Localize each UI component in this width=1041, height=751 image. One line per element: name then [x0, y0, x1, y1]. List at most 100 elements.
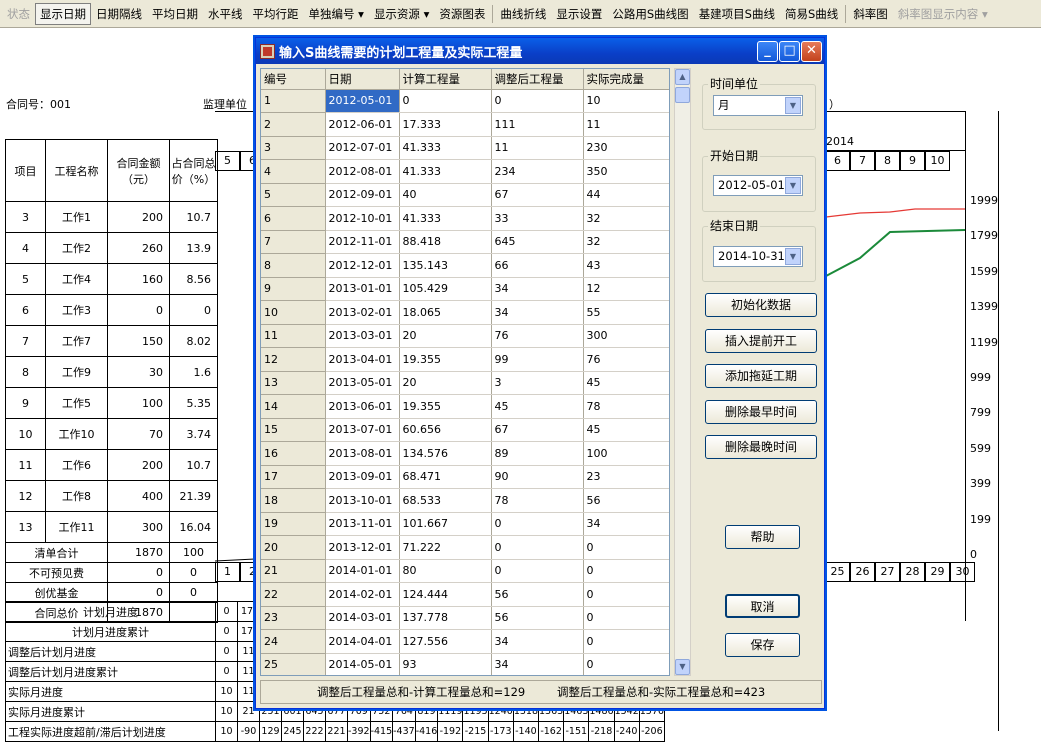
- toolbar-button-7[interactable]: 显示资源 ▾: [369, 3, 434, 25]
- grid-cell[interactable]: 101.667: [399, 512, 492, 536]
- grid-cell[interactable]: 32: [583, 206, 669, 231]
- grid-cell[interactable]: 2012-12-01: [325, 253, 400, 278]
- grid-cell[interactable]: 2014-03-01: [325, 606, 400, 630]
- grid-row[interactable]: 1 2012-05-01 0 0 10: [261, 89, 669, 113]
- cancel-button[interactable]: 取消: [725, 594, 800, 618]
- grid-cell[interactable]: 10: [583, 89, 669, 113]
- toolbar-button-10[interactable]: 显示设置: [551, 3, 607, 25]
- grid-cell[interactable]: 134.576: [399, 441, 492, 466]
- grid-cell[interactable]: 78: [491, 488, 584, 513]
- grid-cell[interactable]: 0: [583, 653, 669, 675]
- grid-cell[interactable]: 0: [399, 89, 492, 113]
- grid-row[interactable]: 3 2012-07-01 41.333 11 230: [261, 136, 669, 160]
- chevron-down-icon[interactable]: ▼: [785, 97, 801, 114]
- grid-cell[interactable]: 90: [491, 465, 584, 489]
- grid-cell[interactable]: 60.656: [399, 418, 492, 442]
- grid-cell[interactable]: 68.471: [399, 465, 492, 489]
- grid-cell[interactable]: 2013-05-01: [325, 371, 400, 395]
- insert-early-start-button[interactable]: 插入提前开工: [705, 328, 817, 353]
- grid-cell[interactable]: 0: [491, 512, 584, 536]
- grid-cell[interactable]: 56: [491, 582, 584, 607]
- grid-cell[interactable]: 100: [583, 441, 669, 466]
- grid-row[interactable]: 18 2013-10-01 68.533 78 56: [261, 488, 669, 513]
- grid-cell[interactable]: 2013-08-01: [325, 441, 400, 466]
- scroll-up-icon[interactable]: ▲: [675, 69, 690, 85]
- grid-cell[interactable]: 0: [583, 606, 669, 630]
- grid-cell[interactable]: 645: [491, 230, 584, 254]
- grid-cell[interactable]: 41.333: [399, 206, 492, 231]
- grid-row[interactable]: 5 2012-09-01 40 67 44: [261, 183, 669, 207]
- save-button[interactable]: 保存: [725, 633, 800, 657]
- toolbar-button-12[interactable]: 基建项目S曲线: [694, 3, 780, 25]
- delete-earliest-button[interactable]: 删除最早时间: [705, 399, 817, 424]
- minimize-icon[interactable]: _: [757, 41, 778, 62]
- grid-cell[interactable]: 2012-09-01: [325, 183, 400, 207]
- grid-row[interactable]: 16 2013-08-01 134.576 89 100: [261, 441, 669, 466]
- grid-cell[interactable]: 0: [491, 559, 584, 583]
- grid-row[interactable]: 13 2013-05-01 20 3 45: [261, 371, 669, 395]
- grid-cell[interactable]: 0: [491, 89, 584, 113]
- grid-row[interactable]: 19 2013-11-01 101.667 0 34: [261, 512, 669, 536]
- grid-cell[interactable]: 20: [399, 324, 492, 348]
- grid-cell[interactable]: 11: [491, 136, 584, 160]
- grid-cell[interactable]: 56: [583, 488, 669, 513]
- grid-cell[interactable]: 2014-02-01: [325, 582, 400, 607]
- grid-cell[interactable]: 32: [583, 230, 669, 254]
- grid-cell[interactable]: 33: [491, 206, 584, 231]
- grid-cell[interactable]: 234: [491, 159, 584, 184]
- grid-cell[interactable]: 111: [491, 112, 584, 137]
- grid-column-header[interactable]: 实际完成量: [583, 69, 669, 90]
- grid-cell[interactable]: 3: [491, 371, 584, 395]
- scroll-down-icon[interactable]: ▼: [675, 659, 690, 675]
- grid-row[interactable]: 7 2012-11-01 88.418 645 32: [261, 230, 669, 254]
- grid-row[interactable]: 21 2014-01-01 80 0 0: [261, 559, 669, 583]
- chevron-down-icon[interactable]: ▼: [785, 248, 801, 265]
- scroll-thumb[interactable]: [675, 87, 690, 103]
- toolbar-button-9[interactable]: 曲线折线: [495, 3, 551, 25]
- toolbar-button-3[interactable]: 平均日期: [147, 3, 203, 25]
- grid-cell[interactable]: 124.444: [399, 582, 492, 607]
- toolbar-button-1[interactable]: 显示日期: [35, 2, 91, 25]
- grid-column-header[interactable]: 计算工程量: [399, 69, 492, 90]
- grid-cell[interactable]: 19.355: [399, 347, 492, 372]
- grid-cell[interactable]: 55: [583, 300, 669, 325]
- grid-row[interactable]: 6 2012-10-01 41.333 33 32: [261, 206, 669, 231]
- toolbar-button-6[interactable]: 单独编号 ▾: [304, 3, 369, 25]
- grid-row[interactable]: 15 2013-07-01 60.656 67 45: [261, 418, 669, 442]
- grid-cell[interactable]: 93: [399, 653, 492, 675]
- grid-cell[interactable]: 66: [491, 253, 584, 278]
- grid-cell[interactable]: 0: [583, 559, 669, 583]
- grid-cell[interactable]: 89: [491, 441, 584, 466]
- grid-column-header[interactable]: 日期: [325, 69, 400, 90]
- grid-cell[interactable]: 2014-01-01: [325, 559, 400, 583]
- grid-cell[interactable]: 68.533: [399, 488, 492, 513]
- grid-row[interactable]: 17 2013-09-01 68.471 90 23: [261, 465, 669, 489]
- vertical-scrollbar[interactable]: ▲ ▼: [674, 68, 691, 676]
- grid-cell[interactable]: 41.333: [399, 159, 492, 184]
- time-unit-select[interactable]: 月 ▼: [713, 95, 803, 116]
- toolbar-button-4[interactable]: 水平线: [203, 3, 248, 25]
- grid-cell[interactable]: 80: [399, 559, 492, 583]
- grid-cell[interactable]: 23: [583, 465, 669, 489]
- grid-cell[interactable]: 2013-06-01: [325, 394, 400, 419]
- grid-cell[interactable]: 43: [583, 253, 669, 278]
- grid-cell[interactable]: 2013-04-01: [325, 347, 400, 372]
- grid-cell[interactable]: 19.355: [399, 394, 492, 419]
- grid-cell[interactable]: 2013-03-01: [325, 324, 400, 348]
- grid-cell[interactable]: 34: [491, 629, 584, 654]
- grid-cell[interactable]: 0: [491, 535, 584, 560]
- init-data-button[interactable]: 初始化数据: [705, 293, 817, 317]
- grid-row[interactable]: 22 2014-02-01 124.444 56 0: [261, 582, 669, 607]
- grid-row[interactable]: 24 2014-04-01 127.556 34 0: [261, 629, 669, 654]
- grid-cell[interactable]: 67: [491, 418, 584, 442]
- grid-cell[interactable]: 34: [491, 277, 584, 301]
- toolbar-button-8[interactable]: 资源图表: [434, 3, 490, 25]
- grid-column-header[interactable]: 调整后工程量: [491, 69, 584, 90]
- grid-cell[interactable]: 2013-09-01: [325, 465, 400, 489]
- grid-cell[interactable]: 2012-10-01: [325, 206, 400, 231]
- grid-cell[interactable]: 20: [399, 371, 492, 395]
- grid-cell[interactable]: 34: [491, 300, 584, 325]
- grid-cell[interactable]: 2012-06-01: [325, 112, 400, 137]
- start-date-picker[interactable]: 2012-05-01 ▼: [713, 175, 803, 196]
- grid-cell[interactable]: 71.222: [399, 535, 492, 560]
